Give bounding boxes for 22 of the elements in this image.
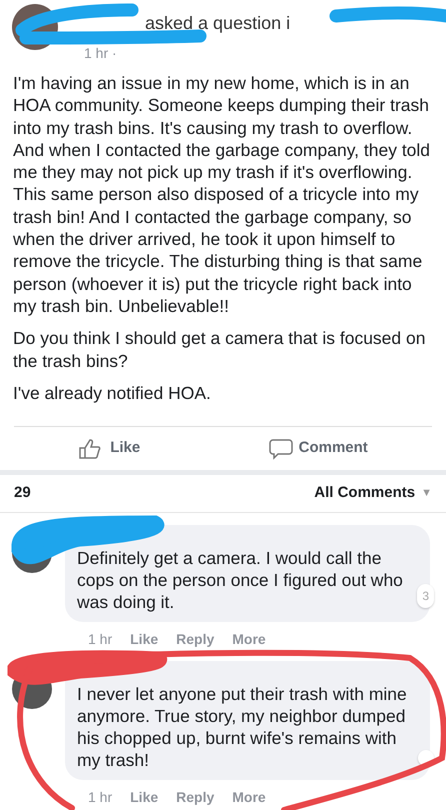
comment-link[interactable]: Reply [176, 787, 214, 808]
comment-link[interactable]: Reply [176, 629, 214, 650]
caret-icon: ▼ [421, 485, 432, 502]
comment-time: 1 hr [88, 788, 112, 808]
comment-link[interactable]: Like [130, 787, 158, 808]
comment-link[interactable]: More [232, 787, 266, 808]
post-time: 1 hr · [84, 44, 118, 63]
comment-button[interactable]: Comment [262, 433, 374, 464]
comment-link[interactable]: More [232, 629, 266, 650]
post-header: asked a question i [145, 12, 290, 35]
comment-text: I never let anyone put their trash with mine anymore. True story, my neighbor dumped his chopped up, burnt wife's remains with my trash! [77, 684, 407, 770]
like-button[interactable]: Like [72, 433, 146, 464]
post-paragraph: I'm having an issue in my new home, which is in an HOA community. Someone keeps dumping their trash into my trash bins. It's causing my trash to overflow. And when I contacted the garbage company, they told me they may not pick up my trash if it's overflowing. This same person also disposed of a tricycle into my trash bin! And I contacted the garbage company, so when the driver arrived, he took it upon himself to remove the tricycle. The disturbing thing is that same person (whoever it is) put the tricycle right back into my trash bin. Unbelievable!! [13, 72, 432, 318]
comment-text: Definitely get a camera. I would call the cops on the person once I figured out who was doing it. [77, 548, 403, 612]
post-paragraph: I've already notified HOA. [13, 382, 212, 404]
speech-bubble-icon [268, 438, 293, 460]
sort-dropdown[interactable]: All Comments ▼ [314, 482, 432, 505]
comment-time: 1 hr [88, 630, 112, 650]
post-paragraph: Do you think I should get a camera that is focused on the trash bins? [13, 327, 426, 372]
comment-link[interactable]: Like [130, 629, 158, 650]
reaction-count: 3 [417, 584, 434, 608]
comment-count: 29 [14, 483, 31, 504]
